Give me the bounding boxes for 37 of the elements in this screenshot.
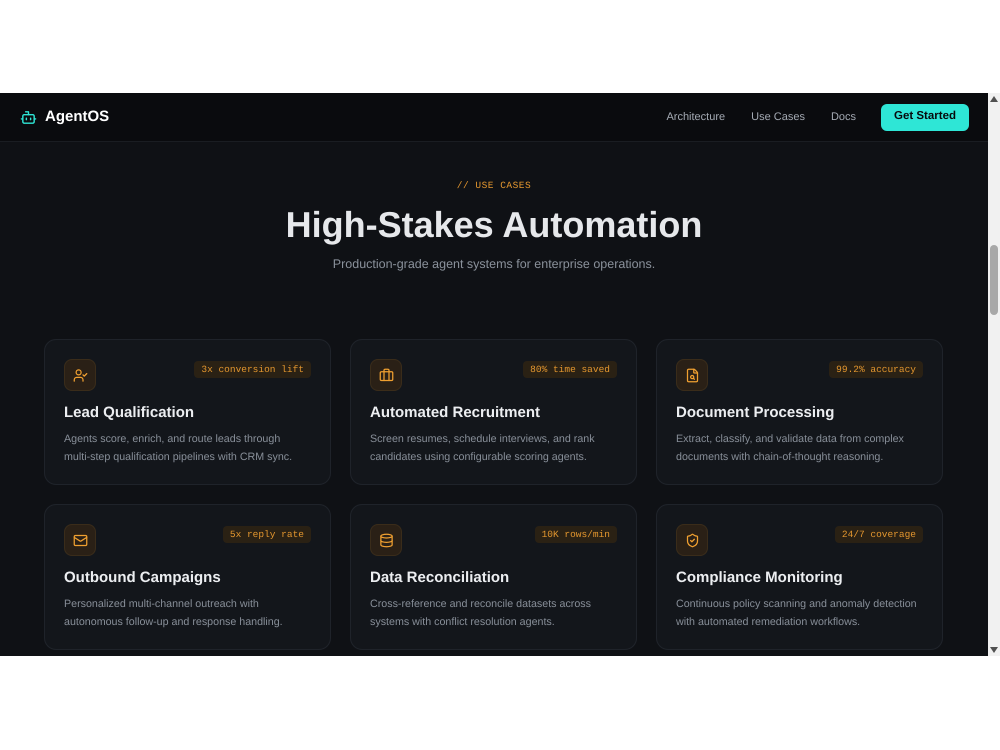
card-description: Personalized multi-channel outreach with autonomous follow-up and response handling. [64, 597, 284, 630]
card-description: Extract, classify, and validate data from complex documents with chain-of-thought reasoning. [676, 432, 905, 465]
document-search-icon [676, 359, 708, 391]
metric-badge: 5x reply rate [222, 526, 311, 543]
person-check-icon [64, 359, 96, 391]
nav-link[interactable]: Docs [830, 108, 856, 126]
section-eyebrow: // USE CASES [456, 180, 532, 192]
card-title: Document Processing [676, 404, 836, 422]
card-title: Outbound Campaigns [64, 569, 222, 587]
card-title: Data Reconciliation [370, 569, 510, 587]
get-started-button[interactable]: Get Started [881, 104, 969, 130]
metric-badge: 10K rows/min [534, 526, 617, 543]
scrollbar-thumb[interactable] [990, 245, 998, 315]
card-description: Agents score, enrich, and route leads through multi-step qualification pipelines with CRM sync. [64, 432, 294, 465]
briefcase-icon [370, 359, 402, 391]
scroll-down-arrow-icon[interactable] [990, 647, 998, 653]
card-title: Automated Recruitment [370, 404, 542, 422]
card-title: Compliance Monitoring [676, 569, 844, 587]
metric-badge: 24/7 coverage [834, 526, 923, 543]
section-title: High-Stakes Automation [286, 203, 702, 247]
metric-badge: 3x conversion lift [194, 361, 311, 378]
metric-badge: 99.2% accuracy [829, 361, 923, 378]
robot-logo-icon [20, 108, 37, 126]
section-subtitle: Production-grade agent systems for enterprise operations. [332, 256, 656, 272]
card-description: Screen resumes, schedule interviews, and rank candidates using configurable scoring agents. [370, 432, 596, 465]
card-title: Lead Qualification [64, 404, 196, 422]
envelope-icon [64, 524, 96, 556]
nav-link[interactable]: Use Cases [751, 108, 805, 126]
scroll-up-arrow-icon[interactable] [990, 96, 998, 102]
card-description: Continuous policy scanning and anomaly detection with automated remediation workflows. [676, 597, 918, 630]
nav-link[interactable]: Architecture [666, 108, 726, 126]
shield-check-icon [676, 524, 708, 556]
card-description: Cross-reference and reconcile datasets across systems with conflict resolution agents. [370, 597, 592, 630]
brand-name: AgentOS [45, 106, 110, 127]
metric-badge: 80% time saved [523, 361, 617, 378]
scrollbar[interactable] [988, 93, 1000, 656]
database-icon [370, 524, 402, 556]
